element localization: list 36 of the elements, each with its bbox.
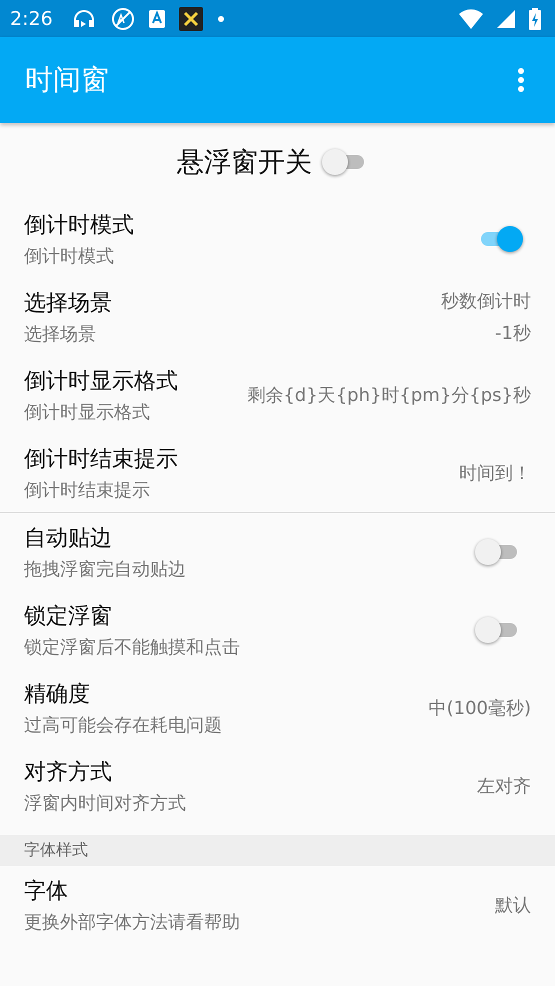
setting-summary: 倒计时结束提示: [24, 479, 151, 502]
dot-icon: [216, 14, 225, 22]
setting-title: 精确度: [24, 681, 91, 709]
setting-value: -1秒: [495, 322, 531, 345]
category-header: 字体样式: [24, 840, 88, 861]
setting-title: 选择场景: [24, 290, 112, 318]
setting-title: 倒计时显示格式: [24, 368, 178, 396]
setting-title: 字体: [24, 878, 69, 906]
setting-title: 对齐方式: [24, 759, 113, 787]
battery-icon: [529, 8, 541, 30]
status-time: 2:26: [10, 8, 53, 30]
setting-summary: 更换外部字体方法请看帮助: [24, 911, 240, 934]
setting-value: 左对齐: [477, 775, 531, 798]
wifi-icon: [459, 8, 483, 28]
setting-summary: 倒计时模式: [24, 245, 115, 268]
app-title: 时间窗: [25, 62, 109, 98]
floating-window-label: 悬浮窗开关: [177, 146, 312, 180]
more-icon[interactable]: [517, 67, 525, 93]
signal-icon: [497, 10, 515, 28]
setting-value: 秒数倒计时: [441, 290, 531, 313]
setting-value: 默认: [495, 894, 531, 917]
setting-title: 自动贴边: [24, 525, 113, 553]
setting-summary: 拖拽浮窗完自动贴边: [24, 558, 186, 581]
setting-title: 锁定浮窗: [24, 603, 113, 631]
setting-summary: 倒计时显示格式: [24, 401, 151, 424]
setting-summary: 选择场景: [24, 323, 97, 346]
setting-value: 中(100毫秒): [428, 697, 531, 720]
setting-summary: 过高可能会存在耗电问题: [24, 714, 222, 737]
setting-summary: 锁定浮窗后不能触摸和点击: [24, 636, 240, 659]
setting-summary: 浮窗内时间对齐方式: [24, 792, 186, 815]
app-icon: [148, 10, 165, 28]
setting-title: 倒计时结束提示: [24, 446, 178, 474]
setting-title: 倒计时模式: [24, 212, 134, 240]
setting-value: 剩余{d}天{ph}时{pm}分{ps}秒: [247, 384, 531, 407]
no-ads-icon: [110, 6, 135, 30]
setting-value: 时间到！: [459, 462, 531, 485]
